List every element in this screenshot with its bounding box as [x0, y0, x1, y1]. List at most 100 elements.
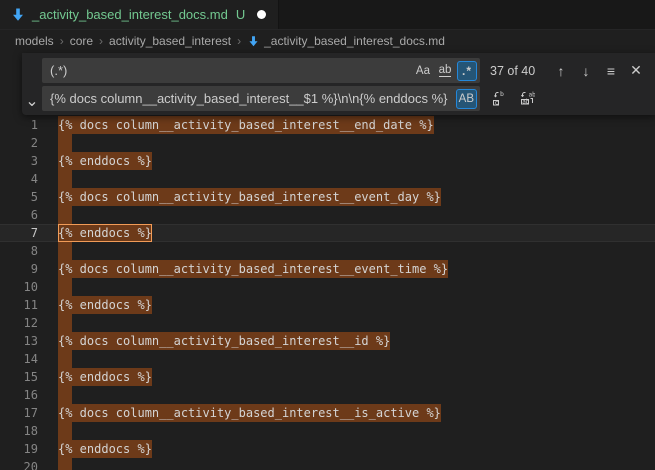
svg-text:b: b: [500, 91, 504, 98]
code-line-content: {% docs column__activity_based_interest_…: [38, 116, 434, 134]
arrow-up-icon: ↑: [558, 63, 565, 79]
find-in-selection-button[interactable]: ≡: [600, 60, 622, 82]
replace-button[interactable]: b c: [489, 89, 509, 109]
find-match-highlight: [58, 206, 72, 224]
code-line-content: [38, 350, 72, 368]
editor-line[interactable]: 11 {% enddocs %}: [0, 296, 655, 314]
line-number: 11: [0, 296, 38, 314]
line-number: 1: [0, 116, 38, 134]
editor-line[interactable]: 6: [0, 206, 655, 224]
find-match-highlight: {% enddocs %}: [58, 296, 152, 314]
editor-line[interactable]: 3{% enddocs %}: [0, 152, 655, 170]
editor-line[interactable]: 5 {% docs column__activity_based_interest…: [0, 188, 655, 206]
editor-line[interactable]: 15{% enddocs %}: [0, 368, 655, 386]
breadcrumb-item-core[interactable]: core: [70, 34, 93, 48]
breadcrumb: models › core › activity_based_interest …: [0, 30, 655, 52]
code-line-content: [38, 314, 72, 332]
code-line-content: [38, 206, 72, 224]
line-number: 9: [0, 260, 38, 278]
editor-line[interactable]: 16: [0, 386, 655, 404]
git-status-badge: U: [236, 7, 245, 22]
results-counter: 37 of 40: [490, 64, 535, 78]
line-number: 5: [0, 188, 38, 206]
editor-line[interactable]: 9 {% docs column__activity_based_interest…: [0, 260, 655, 278]
replace-row: AB b c: [42, 86, 647, 111]
find-match-highlight: [58, 458, 72, 470]
find-match-highlight: [58, 278, 72, 296]
find-match-highlight: [58, 350, 72, 368]
code-line-content: {% docs column__activity_based_interest_…: [38, 260, 448, 278]
line-number: 7: [0, 224, 38, 242]
find-match-highlight: {% docs column__activity_based_interest_…: [58, 404, 441, 422]
next-match-button[interactable]: ↓: [575, 60, 597, 82]
code-line-content: [38, 422, 72, 440]
editor-line[interactable]: 10: [0, 278, 655, 296]
editor-line[interactable]: 19 {% enddocs %}: [0, 440, 655, 458]
svg-text:c: c: [495, 98, 499, 106]
match-case-toggle[interactable]: Aa: [413, 61, 433, 81]
breadcrumb-item-file[interactable]: _activity_based_interest_docs.md: [247, 34, 445, 48]
close-find-widget-button[interactable]: ✕: [625, 60, 647, 82]
breadcrumb-item-models[interactable]: models: [15, 34, 54, 48]
code-line-content: [38, 386, 72, 404]
line-number: 17: [0, 404, 38, 422]
line-number: 10: [0, 278, 38, 296]
find-input[interactable]: [42, 58, 413, 83]
toggle-replace-button[interactable]: ⌄: [22, 53, 42, 115]
replace-input[interactable]: [42, 86, 456, 111]
editor-line[interactable]: 7 {% enddocs %}: [0, 224, 655, 242]
editor-line[interactable]: 13 {% docs column__activity_based_interes…: [0, 332, 655, 350]
close-icon: ✕: [630, 62, 642, 79]
find-match-highlight: [58, 314, 72, 332]
line-number: 4: [0, 170, 38, 188]
editor-lines: 1 {% docs column__activity_based_interest…: [0, 116, 655, 470]
editor-line[interactable]: 4: [0, 170, 655, 188]
find-input-box: Aa ab .*: [42, 58, 480, 83]
editor-line[interactable]: 2: [0, 134, 655, 152]
find-match-highlight: {% enddocs %}: [58, 152, 152, 170]
find-match-highlight: [58, 134, 72, 152]
line-number: 13: [0, 332, 38, 350]
line-number: 6: [0, 206, 38, 224]
find-match-highlight: {% enddocs %}: [58, 440, 152, 458]
code-line-content: [38, 278, 72, 296]
line-number: 19: [0, 440, 38, 458]
tab-activity-based-interest-docs[interactable]: _activity_based_interest_docs.md U: [0, 0, 279, 29]
line-number: 8: [0, 242, 38, 260]
editor-line[interactable]: 20: [0, 458, 655, 470]
find-row: Aa ab .* 37 of 40 ↑ ↓: [42, 58, 647, 83]
code-line-content: [38, 170, 72, 188]
modified-indicator-dot[interactable]: [257, 10, 266, 19]
preserve-case-toggle[interactable]: AB: [456, 89, 477, 109]
find-match-highlight: {% docs column__activity_based_interest_…: [58, 188, 441, 206]
line-number: 15: [0, 368, 38, 386]
selection-icon: ≡: [607, 63, 615, 79]
find-match-highlight: [58, 170, 72, 188]
find-match-highlight: {% docs column__activity_based_interest_…: [58, 332, 390, 350]
editor-line[interactable]: 17 {% docs column__activity_based_interes…: [0, 404, 655, 422]
previous-match-button[interactable]: ↑: [550, 60, 572, 82]
line-number: 14: [0, 350, 38, 368]
breadcrumb-separator-icon: ›: [99, 34, 103, 48]
replace-icon: b c: [491, 91, 507, 107]
editor-line[interactable]: 12: [0, 314, 655, 332]
line-number: 2: [0, 134, 38, 152]
chevron-down-icon: ⌄: [25, 91, 38, 111]
breadcrumb-separator-icon: ›: [60, 34, 64, 48]
code-line-content: {% enddocs %}: [38, 440, 152, 458]
find-match-highlight: [58, 242, 72, 260]
regex-toggle[interactable]: .*: [457, 61, 477, 81]
current-find-match: {% enddocs %}: [58, 224, 152, 242]
editor-line[interactable]: 14: [0, 350, 655, 368]
breadcrumb-item-activity-based-interest[interactable]: activity_based_interest: [109, 34, 231, 48]
arrow-down-icon: ↓: [583, 63, 590, 79]
editor-line[interactable]: 18: [0, 422, 655, 440]
find-match-highlight: {% docs column__activity_based_interest_…: [58, 260, 448, 278]
whole-word-toggle[interactable]: ab: [435, 61, 455, 81]
find-match-highlight: {% docs column__activity_based_interest_…: [58, 116, 434, 134]
editor-line[interactable]: 1 {% docs column__activity_based_interest…: [0, 116, 655, 134]
editor-line[interactable]: 8: [0, 242, 655, 260]
line-number: 12: [0, 314, 38, 332]
code-line-content: {% docs column__activity_based_interest_…: [38, 188, 441, 206]
replace-all-button[interactable]: ab ab: [517, 89, 537, 109]
